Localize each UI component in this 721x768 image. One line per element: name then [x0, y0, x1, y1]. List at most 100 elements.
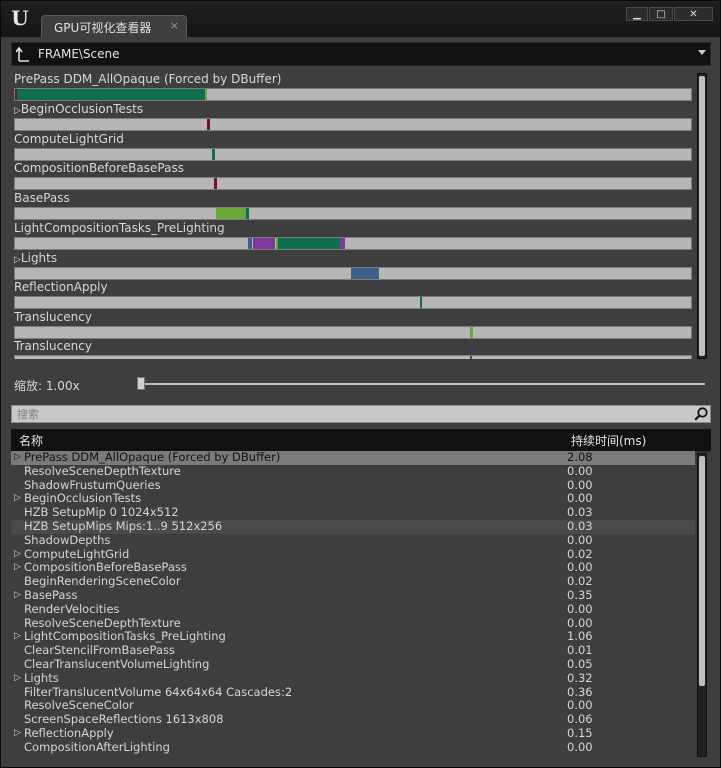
chevron-down-icon[interactable]: [698, 50, 706, 55]
list-item-duration: 0.02: [567, 574, 593, 589]
timeline-segment[interactable]: [253, 238, 275, 249]
timeline-segment[interactable]: [470, 327, 473, 338]
timeline-segment[interactable]: [351, 268, 379, 279]
list-item[interactable]: CompositionAfterLighting 0.00: [11, 739, 695, 755]
tab-label: GPU可视化查看器: [54, 21, 152, 35]
timeline-segment[interactable]: [212, 149, 215, 160]
timeline-segment[interactable]: [17, 89, 205, 100]
list-item-name: BeginRenderingSceneColor: [24, 574, 181, 589]
close-button[interactable]: ✕: [674, 7, 713, 21]
expand-arrow-icon[interactable]: ▷: [14, 589, 21, 602]
timeline-label: ▷Lights: [14, 251, 58, 265]
timeline-segment[interactable]: [470, 356, 472, 359]
timeline-label: ▷BeginOcclusionTests: [14, 102, 144, 116]
list-item-duration: 0.00: [567, 560, 593, 575]
timeline-bar[interactable]: [14, 326, 692, 339]
timeline-bar[interactable]: [14, 267, 692, 280]
timeline-bar[interactable]: [14, 177, 692, 190]
list-item[interactable]: HZB SetupMips Mips:1..9 512x256 0.03: [11, 520, 695, 534]
expand-arrow-icon[interactable]: ▷: [14, 630, 21, 643]
list-item-duration: 0.03: [567, 519, 593, 533]
list-item-duration: 1.06: [567, 629, 593, 644]
timeline-segment[interactable]: [205, 89, 207, 100]
list-item[interactable]: RenderVelocities 0.00: [11, 601, 695, 617]
list-item[interactable]: ▷ Lights 0.32: [11, 671, 695, 686]
column-header-duration[interactable]: 持续时间(ms): [571, 432, 646, 449]
search-icon[interactable]: [694, 407, 708, 421]
tab-gpu-visualizer[interactable]: GPU可视化查看器 ×: [41, 15, 187, 37]
search-input[interactable]: [15, 406, 679, 422]
list-item-duration: 0.00: [567, 532, 593, 547]
expand-arrow-icon[interactable]: ▷: [14, 451, 21, 464]
scrollbar-thumb[interactable]: [699, 76, 705, 356]
expand-arrow-icon[interactable]: ▷: [14, 672, 21, 685]
list-item-duration: 0.00: [567, 477, 593, 492]
list-item-name: FilterTranslucentVolume 64x64x64 Cascade…: [24, 684, 293, 699]
list-item-duration: 0.00: [567, 601, 593, 616]
expand-arrow-icon[interactable]: ▷: [14, 548, 21, 561]
list-item-name: ClearStencilFromBasePass: [24, 643, 175, 658]
timeline-bar[interactable]: [14, 237, 692, 250]
column-header-name[interactable]: 名称: [19, 432, 43, 449]
list-item-name: CompositionAfterLighting: [24, 739, 170, 754]
timeline-segment[interactable]: [214, 178, 217, 189]
list-item-name: ScreenSpaceReflections 1613x808: [24, 712, 224, 727]
timeline-label: Translucency: [14, 339, 92, 353]
list-item[interactable]: ClearTranslucentVolumeLighting 0.05: [11, 658, 695, 672]
up-level-icon[interactable]: [16, 46, 30, 62]
scrollbar-thumb[interactable]: [699, 456, 705, 686]
list-item-duration: 0.00: [567, 739, 593, 754]
list-item-name: ResolveSceneColor: [24, 698, 134, 713]
list-item[interactable]: ResolveSceneDepthTexture 0.00: [11, 463, 695, 479]
list-item-duration: 0.15: [567, 726, 593, 740]
timeline-segment[interactable]: [340, 238, 345, 249]
timeline-scrollbar[interactable]: [697, 73, 707, 359]
timeline-label: LightCompositionTasks_PreLighting: [14, 221, 225, 235]
timeline-bar[interactable]: [14, 207, 692, 220]
list-item-duration: 0.00: [567, 615, 593, 630]
timeline-segment[interactable]: [248, 238, 252, 249]
timeline-segment[interactable]: [278, 238, 340, 249]
list-scrollbar[interactable]: [697, 453, 707, 757]
breadcrumb-path: FRAME\Scene: [38, 47, 120, 61]
gpu-visualizer-window: U GPU可视化查看器 × ▁ □ ✕ FRAME\Scene PrePass …: [0, 0, 721, 768]
timeline-bar[interactable]: [14, 88, 692, 101]
timeline-bar[interactable]: [14, 118, 692, 131]
list-item[interactable]: ShadowDepths 0.00: [11, 532, 695, 548]
timeline-segment[interactable]: [246, 208, 249, 219]
list-item-name: ShadowFrustumQueries: [24, 477, 161, 492]
expand-arrow-icon[interactable]: ▷: [14, 492, 21, 505]
list-item[interactable]: ▷ BasePass 0.35: [11, 589, 695, 603]
timeline-label: BasePass: [14, 191, 70, 205]
timeline-segment[interactable]: [216, 208, 246, 219]
minimize-button[interactable]: ▁: [626, 7, 648, 21]
expand-arrow-icon[interactable]: ▷: [14, 727, 21, 740]
list-item-duration: 0.36: [567, 684, 593, 699]
timeline-segment[interactable]: [207, 119, 210, 130]
expand-arrow-icon[interactable]: ▷: [14, 561, 21, 574]
list-item[interactable]: ▷ PrePass DDM_AllOpaque (Forced by DBuffe…: [11, 451, 695, 465]
zoom-slider[interactable]: [142, 383, 705, 385]
timeline-bar[interactable]: [14, 296, 692, 309]
zoom-slider-handle[interactable]: [137, 377, 145, 390]
title-bar: U GPU可视化查看器 × ▁ □ ✕: [1, 1, 720, 37]
timeline-bar[interactable]: [14, 355, 692, 359]
list-item-duration: 0.00: [567, 463, 593, 478]
list-item[interactable]: ▷ ReflectionApply 0.15: [11, 727, 695, 741]
maximize-button[interactable]: □: [649, 7, 673, 21]
list-item-name: LightCompositionTasks_PreLighting: [24, 629, 226, 644]
timeline-segment[interactable]: [420, 297, 422, 308]
expand-arrow-icon[interactable]: ▷: [14, 255, 21, 265]
search-box: [11, 405, 711, 423]
unreal-logo-icon: U: [11, 6, 29, 30]
breadcrumb[interactable]: FRAME\Scene: [11, 42, 711, 66]
list-item-name: ComputeLightGrid: [24, 546, 130, 561]
timeline-bar[interactable]: [14, 148, 692, 161]
list-item-name: HZB SetupMip 0 1024x512: [24, 505, 179, 520]
list-item-duration: 2.08: [567, 451, 593, 464]
tab-close-icon[interactable]: ×: [170, 19, 179, 32]
list-item-duration: 0.05: [567, 657, 593, 671]
list-item-name: ClearTranslucentVolumeLighting: [24, 657, 210, 671]
expand-arrow-icon[interactable]: ▷: [14, 106, 21, 116]
list-item-name: RenderVelocities: [24, 601, 120, 616]
